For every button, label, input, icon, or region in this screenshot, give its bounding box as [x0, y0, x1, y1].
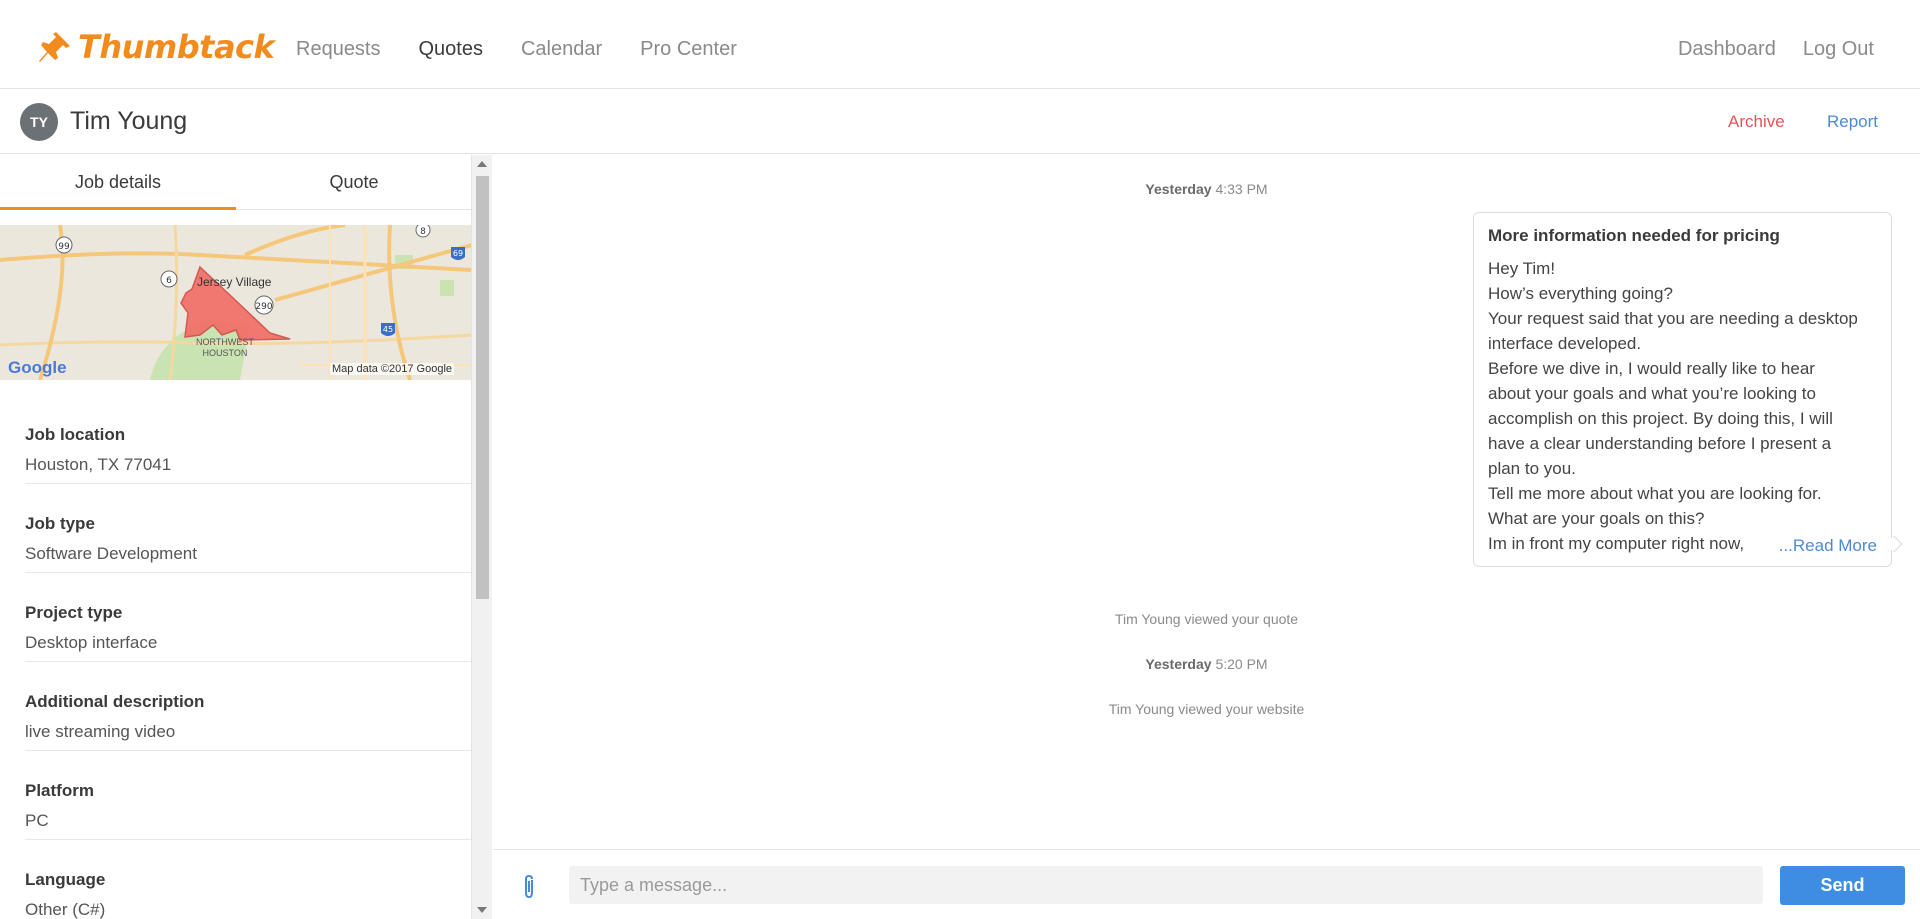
top-navigation: Thumbtack Requests Quotes Calendar Pro C…	[0, 0, 1920, 89]
detail-value: PC	[25, 811, 49, 830]
svg-text:69: 69	[453, 249, 463, 258]
detail-project-type: Project type Desktop interface	[25, 573, 471, 662]
message-line: Your request said that you are needing a…	[1488, 309, 1858, 328]
nav-log-out[interactable]: Log Out	[1803, 38, 1874, 61]
map-city-label: Jersey Village	[197, 275, 272, 289]
report-link[interactable]: Report	[1827, 112, 1878, 132]
account-nav: Dashboard Log Out	[1678, 38, 1874, 61]
map-copyright: Map data ©2017 Google	[330, 363, 455, 375]
nav-dashboard[interactable]: Dashboard	[1678, 38, 1776, 61]
svg-text:8: 8	[420, 227, 426, 237]
timestamp-time: 5:20 PM	[1215, 656, 1268, 672]
primary-nav: Requests Quotes Calendar Pro Center	[296, 38, 737, 61]
archive-link[interactable]: Archive	[1728, 112, 1785, 132]
detail-value: Houston, TX 77041	[25, 455, 172, 474]
message-line: about your goals and what you’re looking…	[1488, 384, 1816, 403]
job-details-panel: Job details Quote 99 6 290 8 69 45 Jerse…	[0, 155, 472, 919]
message-line: have a clear understanding before I pres…	[1488, 434, 1832, 453]
panel-tabs: Job details Quote	[0, 155, 471, 210]
nav-requests[interactable]: Requests	[296, 38, 381, 61]
map-area-label: NORTHWEST HOUSTON	[196, 337, 254, 359]
tab-quote[interactable]: Quote	[236, 155, 471, 210]
message-input[interactable]	[569, 866, 1763, 904]
message-line: accomplish on this project. By doing thi…	[1488, 409, 1833, 428]
message-line: Tell me more about what you are looking …	[1488, 484, 1822, 503]
detail-job-location: Job location Houston, TX 77041	[25, 395, 471, 484]
message-bubble: More information needed for pricing Hey …	[1473, 212, 1892, 567]
message-line: plan to you.	[1488, 459, 1576, 478]
detail-label: Job location	[25, 425, 126, 444]
map-area-label-line-1: NORTHWEST	[196, 337, 254, 347]
timestamp-day: Yesterday	[1145, 656, 1212, 672]
read-more-link[interactable]: ...Read More	[1758, 536, 1877, 556]
timestamp: Yesterday 4:33 PM	[493, 181, 1920, 197]
detail-value: live streaming video	[25, 722, 176, 741]
message-line: interface developed.	[1488, 334, 1642, 353]
activity-event: Tim Young viewed your website	[1108, 701, 1305, 717]
message-line: Hey Tim!	[1488, 259, 1556, 278]
detail-additional-description: Additional description live streaming vi…	[25, 662, 471, 751]
nav-pro-center[interactable]: Pro Center	[640, 38, 737, 61]
detail-value: Desktop interface	[25, 633, 158, 652]
google-logo: Google	[8, 358, 67, 377]
scroll-thumb[interactable]	[476, 176, 489, 599]
detail-label: Additional description	[25, 692, 205, 711]
detail-label: Language	[25, 870, 106, 889]
tab-job-details[interactable]: Job details	[0, 155, 236, 210]
detail-label: Project type	[25, 603, 123, 622]
message-title: More information needed for pricing	[1488, 226, 1780, 245]
message-line: Before we dive in, I would really like t…	[1488, 359, 1815, 378]
conversation-header: TY Tim Young Archive Report	[0, 90, 1920, 154]
pushpin-icon	[39, 32, 70, 62]
nav-calendar[interactable]: Calendar	[521, 38, 602, 61]
timestamp-time: 4:33 PM	[1215, 181, 1268, 197]
svg-text:6: 6	[166, 276, 172, 286]
panel-scrollbar[interactable]	[472, 155, 492, 919]
thumbtack-logo[interactable]: Thumbtack	[36, 28, 275, 66]
message-composer: Send	[493, 849, 1920, 919]
job-details-list: Job location Houston, TX 77041 Job type …	[25, 395, 471, 919]
scroll-down-arrow-icon[interactable]	[477, 907, 487, 913]
svg-text:99: 99	[58, 242, 70, 252]
paperclip-icon[interactable]	[521, 874, 537, 905]
contact-name: Tim Young	[70, 107, 188, 135]
activity-event: Tim Young viewed your quote	[1114, 611, 1299, 627]
avatar: TY	[20, 103, 58, 141]
timestamp-day: Yesterday	[1145, 181, 1212, 197]
scroll-up-arrow-icon[interactable]	[477, 161, 487, 167]
conversation-area: Yesterday 4:33 PM More information neede…	[493, 155, 1920, 849]
location-map[interactable]: 99 6 290 8 69 45 Jersey Village NORTHWES…	[0, 225, 471, 380]
detail-platform: Platform PC	[25, 751, 471, 840]
brand-name: Thumbtack	[78, 28, 275, 66]
detail-label: Platform	[25, 781, 94, 800]
nav-quotes[interactable]: Quotes	[419, 38, 483, 61]
timestamp: Yesterday 5:20 PM	[493, 656, 1920, 672]
message-line: How’s everything going?	[1488, 284, 1673, 303]
message-line: What are your goals on this?	[1488, 509, 1705, 528]
map-area-label-line-2: HOUSTON	[202, 348, 248, 358]
detail-label: Job type	[25, 514, 95, 533]
detail-language: Language Other (C#)	[25, 840, 471, 919]
detail-job-type: Job type Software Development	[25, 484, 471, 573]
send-button[interactable]: Send	[1780, 866, 1905, 905]
svg-text:45: 45	[383, 325, 393, 334]
detail-value: Other (C#)	[25, 900, 106, 919]
svg-text:290: 290	[255, 302, 272, 312]
detail-value: Software Development	[25, 544, 197, 563]
